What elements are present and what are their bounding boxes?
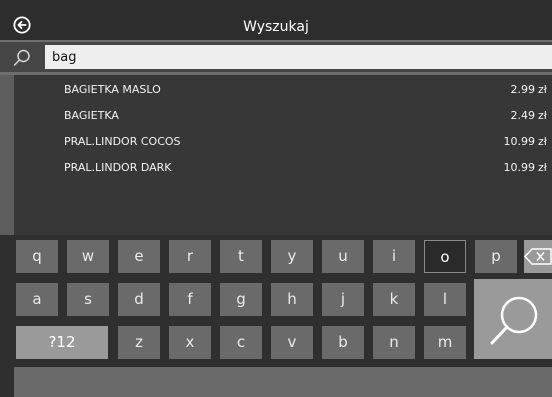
backspace-key[interactable] xyxy=(523,240,552,273)
list-item[interactable]: PRAL.LINDOR COCOS 10.99 zł xyxy=(14,129,552,155)
item-price: 2.99 xyxy=(510,83,536,96)
search-icon xyxy=(13,49,30,66)
item-name: PRAL.LINDOR COCOS xyxy=(64,135,181,148)
key-g[interactable]: g xyxy=(220,283,262,316)
key-r[interactable]: r xyxy=(169,240,211,273)
item-currency: zł xyxy=(538,135,547,148)
key-f[interactable]: f xyxy=(169,283,211,316)
key-u[interactable]: u xyxy=(322,240,364,273)
search-screen: Wyszukaj BAGIETKA MASLO 2.99 zł BAGIETKA… xyxy=(0,0,552,397)
backspace-icon xyxy=(523,248,552,265)
item-name: BAGIETKA xyxy=(64,109,119,122)
key-w[interactable]: w xyxy=(67,240,109,273)
list-item[interactable]: BAGIETKA MASLO 2.99 zł xyxy=(14,77,552,103)
key-b[interactable]: b xyxy=(322,326,364,359)
search-icon xyxy=(490,296,538,345)
key-x[interactable]: x xyxy=(169,326,211,359)
search-input[interactable] xyxy=(45,45,552,69)
list-item[interactable]: BAGIETKA 2.49 zł xyxy=(14,103,552,129)
key-n[interactable]: n xyxy=(373,326,415,359)
item-currency: zł xyxy=(538,161,547,174)
key-c[interactable]: c xyxy=(220,326,262,359)
item-price: 2.49 xyxy=(510,109,536,122)
page-title: Wyszukaj xyxy=(243,19,309,35)
item-currency: zł xyxy=(538,83,547,96)
key-i[interactable]: i xyxy=(373,240,415,273)
item-name: BAGIETKA MASLO xyxy=(64,83,161,96)
key-v[interactable]: v xyxy=(271,326,313,359)
key-a[interactable]: a xyxy=(16,283,58,316)
list-item[interactable]: PRAL.LINDOR DARK 10.99 zł xyxy=(14,155,552,181)
key-h[interactable]: h xyxy=(271,283,313,316)
item-name: PRAL.LINDOR DARK xyxy=(64,161,172,174)
key-s[interactable]: s xyxy=(67,283,109,316)
top-strip xyxy=(0,0,552,14)
results-list: BAGIETKA MASLO 2.99 zł BAGIETKA 2.49 zł … xyxy=(14,75,552,235)
item-currency: zł xyxy=(538,109,547,122)
key-o[interactable]: o xyxy=(424,240,466,273)
key-j[interactable]: j xyxy=(322,283,364,316)
key-y[interactable]: y xyxy=(271,240,313,273)
key-z[interactable]: z xyxy=(118,326,160,359)
item-price: 10.99 xyxy=(503,161,536,174)
key-t[interactable]: t xyxy=(220,240,262,273)
key-k[interactable]: k xyxy=(373,283,415,316)
key-e[interactable]: e xyxy=(118,240,160,273)
key-d[interactable]: d xyxy=(118,283,160,316)
key-m[interactable]: m xyxy=(424,326,466,359)
key-p[interactable]: p xyxy=(475,240,517,273)
key-l[interactable]: l xyxy=(424,283,466,316)
key-q[interactable]: q xyxy=(16,240,58,273)
item-price: 10.99 xyxy=(503,135,536,148)
numeric-mode-key[interactable]: ?12 xyxy=(16,326,108,359)
space-key[interactable] xyxy=(14,367,552,397)
search-key[interactable] xyxy=(474,279,552,359)
